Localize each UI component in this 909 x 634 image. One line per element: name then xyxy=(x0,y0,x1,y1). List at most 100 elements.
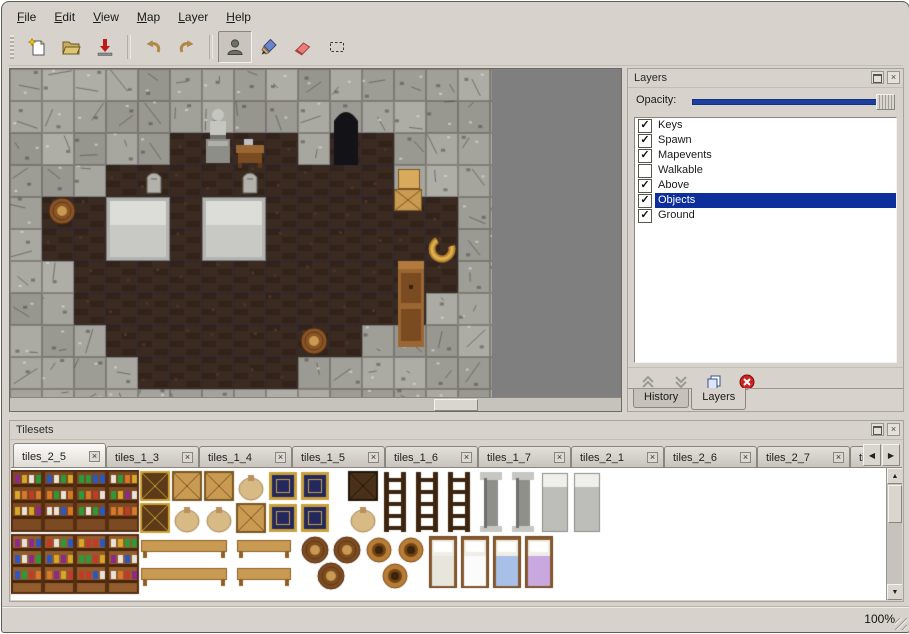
layer-visibility-checkbox[interactable]: ✓ xyxy=(638,209,652,223)
tileset-tab[interactable]: tiles_2_1 × xyxy=(571,446,664,467)
menu-edit[interactable]: Edit xyxy=(45,8,84,26)
select-tool-icon xyxy=(327,37,347,57)
close-tab-icon[interactable]: × xyxy=(89,451,100,462)
layer-name[interactable]: Walkable xyxy=(655,163,896,178)
layer-visibility-checkbox[interactable]: ✓ xyxy=(638,194,652,208)
toolbar-separator xyxy=(209,35,213,59)
slider-handle[interactable] xyxy=(876,94,895,110)
undo-button[interactable] xyxy=(136,31,170,63)
opacity-label: Opacity: xyxy=(636,94,676,106)
layer-row[interactable]: ✓ Above xyxy=(635,178,896,193)
layer-visibility-checkbox[interactable] xyxy=(638,164,652,178)
menubar: File Edit View Map Layer Help xyxy=(8,7,903,27)
tileset-tab[interactable]: tiles_2_5 × xyxy=(13,443,106,467)
tilesets-panel: Tilesets × tiles_2_5 × tiles_1_3 × tiles… xyxy=(9,420,904,602)
resize-grip[interactable] xyxy=(895,618,907,630)
close-tab-icon[interactable]: × xyxy=(275,452,286,463)
layer-name[interactable]: Objects xyxy=(655,193,896,208)
tileset-canvas[interactable] xyxy=(11,470,887,597)
toolbar xyxy=(8,29,903,66)
new-file-button[interactable] xyxy=(20,31,54,63)
tileset-tab[interactable]: tiles_1_4 × xyxy=(199,446,292,467)
new-file-icon xyxy=(27,37,47,57)
tileset-tab[interactable]: tiles_1_3 × xyxy=(106,446,199,467)
close-tab-icon[interactable]: × xyxy=(554,452,565,463)
close-tab-icon[interactable]: × xyxy=(461,452,472,463)
open-file-button[interactable] xyxy=(54,31,88,63)
application-window: File Edit View Map Layer Help xyxy=(1,1,909,633)
scroll-tabs-left-button[interactable]: ◀ xyxy=(863,444,881,466)
eraser-tool-icon xyxy=(293,37,313,57)
layer-visibility-checkbox[interactable]: ✓ xyxy=(638,134,652,148)
tab-history[interactable]: History xyxy=(633,389,689,408)
map-canvas[interactable] xyxy=(10,69,492,399)
close-tab-icon[interactable]: × xyxy=(368,452,379,463)
eraser-tool-button[interactable] xyxy=(286,31,320,63)
layer-row[interactable]: ✓ Spawn xyxy=(635,133,896,148)
tileset-tab[interactable]: tiles_1_5 × xyxy=(292,446,385,467)
tileset-view: ▲ ▼ xyxy=(11,467,902,600)
layer-name[interactable]: Ground xyxy=(655,208,896,223)
entity-tool-button[interactable] xyxy=(218,31,252,63)
tilesets-panel-title: Tilesets × xyxy=(10,421,903,440)
layer-name[interactable]: Spawn xyxy=(655,133,896,148)
toolbar-handle[interactable] xyxy=(10,35,14,59)
redo-button[interactable] xyxy=(170,31,204,63)
brush-tool-button[interactable] xyxy=(252,31,286,63)
layer-visibility-checkbox[interactable]: ✓ xyxy=(638,179,652,193)
scrollbar-thumb[interactable] xyxy=(434,399,478,411)
map-view xyxy=(9,68,622,412)
layer-name[interactable]: Keys xyxy=(655,118,896,133)
brush-tool-icon xyxy=(259,37,279,57)
float-panel-icon[interactable] xyxy=(871,423,884,436)
layer-list: ✓ Keys ✓ Spawn ✓ Mapevents Walkable ✓ Ab… xyxy=(634,117,897,363)
close-tab-icon[interactable]: × xyxy=(740,452,751,463)
select-tool-button[interactable] xyxy=(320,31,354,63)
tileset-tab[interactable]: tiles_1_7 × xyxy=(478,446,571,467)
close-panel-icon[interactable]: × xyxy=(887,71,900,84)
dock-tabs: History Layers xyxy=(628,388,903,411)
close-tab-icon[interactable]: × xyxy=(833,452,844,463)
opacity-row: Opacity: xyxy=(628,89,903,113)
tileset-vertical-scrollbar[interactable]: ▲ ▼ xyxy=(886,468,902,600)
layer-row[interactable]: ✓ Mapevents xyxy=(635,148,896,163)
layer-visibility-checkbox[interactable]: ✓ xyxy=(638,119,652,133)
tileset-tab[interactable]: tiles_2_7 × xyxy=(757,446,850,467)
close-panel-icon[interactable]: × xyxy=(887,423,900,436)
layers-panel: Layers × Opacity: ✓ Keys ✓ Spawn ✓ xyxy=(627,68,904,412)
map-horizontal-scrollbar[interactable] xyxy=(10,397,621,411)
layer-row[interactable]: ✓ Keys xyxy=(635,118,896,133)
scrollbar-thumb[interactable] xyxy=(888,485,902,523)
menu-layer[interactable]: Layer xyxy=(169,8,217,26)
open-file-icon xyxy=(61,37,81,57)
layer-row-selected[interactable]: ✓ Objects xyxy=(635,193,896,208)
save-button[interactable] xyxy=(88,31,122,63)
toolbar-separator xyxy=(127,35,131,59)
scroll-down-button[interactable]: ▼ xyxy=(887,584,902,600)
layer-row[interactable]: ✓ Ground xyxy=(635,208,896,223)
scroll-tabs-right-button[interactable]: ▶ xyxy=(882,444,900,466)
layer-name[interactable]: Above xyxy=(655,178,896,193)
menu-view[interactable]: View xyxy=(84,8,128,26)
layer-row[interactable]: Walkable xyxy=(635,163,896,178)
close-tab-icon[interactable]: × xyxy=(647,452,658,463)
tilesets-panel-title-text: Tilesets xyxy=(16,424,54,436)
tileset-tab[interactable]: tiles_1_6 × xyxy=(385,446,478,467)
layers-panel-title-text: Layers xyxy=(634,72,667,84)
scroll-up-button[interactable]: ▲ xyxy=(887,468,902,484)
menu-map[interactable]: Map xyxy=(128,8,169,26)
entity-tool-icon xyxy=(225,37,245,57)
zoom-level: 100% xyxy=(864,612,895,626)
slider-groove xyxy=(692,99,895,105)
tileset-tabbar: tiles_2_5 × tiles_1_3 × tiles_1_4 × tile… xyxy=(10,440,903,467)
menu-file[interactable]: File xyxy=(8,8,45,26)
menu-help[interactable]: Help xyxy=(217,8,260,26)
tab-layers[interactable]: Layers xyxy=(691,388,746,410)
close-tab-icon[interactable]: × xyxy=(182,452,193,463)
statusbar: 100% xyxy=(2,606,909,632)
layer-visibility-checkbox[interactable]: ✓ xyxy=(638,149,652,163)
layer-name[interactable]: Mapevents xyxy=(655,148,896,163)
tileset-tab[interactable]: tiles_2_6 × xyxy=(664,446,757,467)
opacity-slider[interactable] xyxy=(692,94,895,108)
float-panel-icon[interactable] xyxy=(871,71,884,84)
